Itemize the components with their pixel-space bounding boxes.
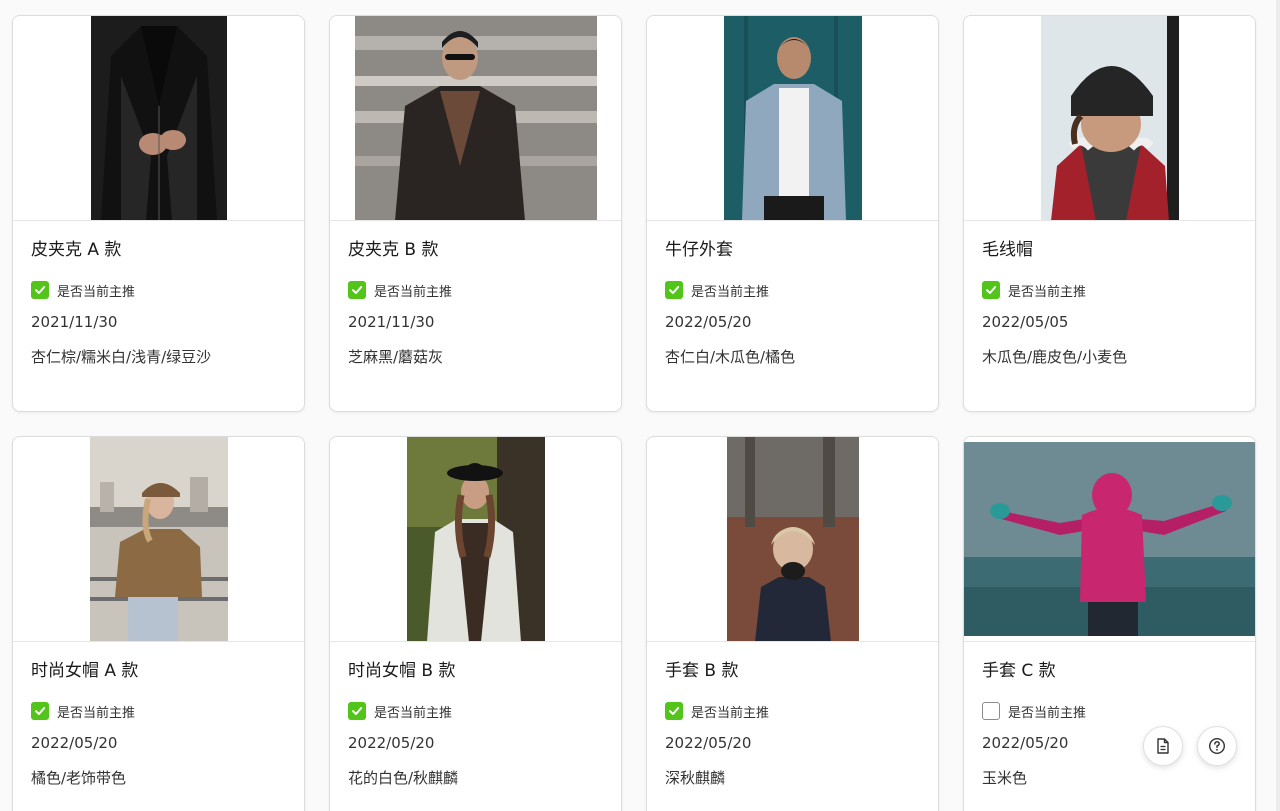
featured-label: 是否当前主推: [1008, 705, 1087, 721]
product-image: [13, 16, 304, 221]
featured-label: 是否当前主推: [57, 705, 136, 721]
product-card[interactable]: 皮夹克 A 款 是否当前主推 2021/11/30 杏仁棕/糯米白/浅青/绿豆沙: [12, 15, 305, 412]
product-colors: 芝麻黑/蘑菇灰: [348, 348, 444, 366]
featured-label: 是否当前主推: [691, 284, 770, 300]
featured-checkbox-row[interactable]: 是否当前主推: [31, 701, 286, 721]
product-image: [647, 16, 938, 221]
product-date: 2022/05/20: [665, 734, 752, 752]
product-colors: 玉米色: [982, 769, 1028, 787]
featured-checkbox[interactable]: [982, 702, 1000, 720]
vertical-scrollbar[interactable]: [1276, 0, 1280, 811]
product-date: 2022/05/20: [31, 734, 118, 752]
featured-checkbox[interactable]: [982, 281, 1000, 299]
product-title: 牛仔外套: [665, 240, 733, 260]
featured-label: 是否当前主推: [374, 705, 453, 721]
product-card[interactable]: 时尚女帽 B 款 是否当前主推 2022/05/20 花的白色/秋麒麟: [329, 436, 622, 811]
check-icon: [35, 286, 46, 294]
product-colors: 杏仁棕/糯米白/浅青/绿豆沙: [31, 348, 212, 366]
featured-checkbox-row[interactable]: 是否当前主推: [982, 280, 1237, 300]
product-colors: 深秋麒麟: [665, 769, 726, 787]
product-card[interactable]: 毛线帽 是否当前主推 2022/05/05 木瓜色/鹿皮色/小麦色: [963, 15, 1256, 412]
product-date: 2022/05/20: [665, 313, 752, 331]
check-icon: [352, 286, 363, 294]
check-icon: [352, 707, 363, 715]
product-image: [964, 16, 1255, 221]
check-icon: [669, 707, 680, 715]
product-image: [330, 16, 621, 221]
featured-checkbox[interactable]: [31, 702, 49, 720]
check-icon: [986, 286, 997, 294]
featured-label: 是否当前主推: [57, 284, 136, 300]
featured-checkbox-row[interactable]: 是否当前主推: [665, 701, 920, 721]
product-card[interactable]: 皮夹克 B 款 是否当前主推 2021/11/30 芝麻黑/蘑菇灰: [329, 15, 622, 412]
product-date: 2021/11/30: [31, 313, 118, 331]
featured-checkbox[interactable]: [665, 702, 683, 720]
product-date: 2022/05/20: [348, 734, 435, 752]
featured-label: 是否当前主推: [691, 705, 770, 721]
product-title: 皮夹克 B 款: [348, 240, 439, 260]
product-colors: 花的白色/秋麒麟: [348, 769, 459, 787]
product-image: [13, 437, 304, 642]
product-date: 2022/05/05: [982, 313, 1069, 331]
product-title: 手套 C 款: [982, 661, 1056, 681]
featured-checkbox-row[interactable]: 是否当前主推: [31, 280, 286, 300]
product-grid: 皮夹克 A 款 是否当前主推 2021/11/30 杏仁棕/糯米白/浅青/绿豆沙: [12, 15, 1256, 811]
check-icon: [669, 286, 680, 294]
product-colors: 橘色/老饰带色: [31, 769, 127, 787]
help-button[interactable]: [1197, 726, 1237, 766]
product-colors: 木瓜色/鹿皮色/小麦色: [982, 348, 1128, 366]
featured-checkbox[interactable]: [31, 281, 49, 299]
product-image: [647, 437, 938, 642]
help-icon: [1208, 737, 1226, 755]
featured-label: 是否当前主推: [374, 284, 453, 300]
featured-checkbox[interactable]: [665, 281, 683, 299]
product-card[interactable]: 手套 B 款 是否当前主推 2022/05/20 深秋麒麟: [646, 436, 939, 811]
product-list-view[interactable]: 皮夹克 A 款 是否当前主推 2021/11/30 杏仁棕/糯米白/浅青/绿豆沙: [0, 0, 1280, 811]
featured-checkbox-row[interactable]: 是否当前主推: [348, 701, 603, 721]
featured-checkbox-row[interactable]: 是否当前主推: [348, 280, 603, 300]
check-icon: [35, 707, 46, 715]
product-image: [964, 437, 1255, 642]
featured-checkbox-row[interactable]: 是否当前主推: [982, 701, 1237, 721]
product-title: 皮夹克 A 款: [31, 240, 122, 260]
product-card[interactable]: 牛仔外套 是否当前主推 2022/05/20 杏仁白/木瓜色/橘色: [646, 15, 939, 412]
featured-checkbox-row[interactable]: 是否当前主推: [665, 280, 920, 300]
product-colors: 杏仁白/木瓜色/橘色: [665, 348, 796, 366]
document-button[interactable]: [1143, 726, 1183, 766]
product-date: 2021/11/30: [348, 313, 435, 331]
product-image: [330, 437, 621, 642]
featured-checkbox[interactable]: [348, 281, 366, 299]
product-title: 手套 B 款: [665, 661, 739, 681]
product-title: 时尚女帽 B 款: [348, 661, 456, 681]
product-card[interactable]: 时尚女帽 A 款 是否当前主推 2022/05/20 橘色/老饰带色: [12, 436, 305, 811]
product-title: 毛线帽: [982, 240, 1033, 260]
product-title: 时尚女帽 A 款: [31, 661, 139, 681]
featured-label: 是否当前主推: [1008, 284, 1087, 300]
featured-checkbox[interactable]: [348, 702, 366, 720]
document-icon: [1157, 738, 1169, 754]
